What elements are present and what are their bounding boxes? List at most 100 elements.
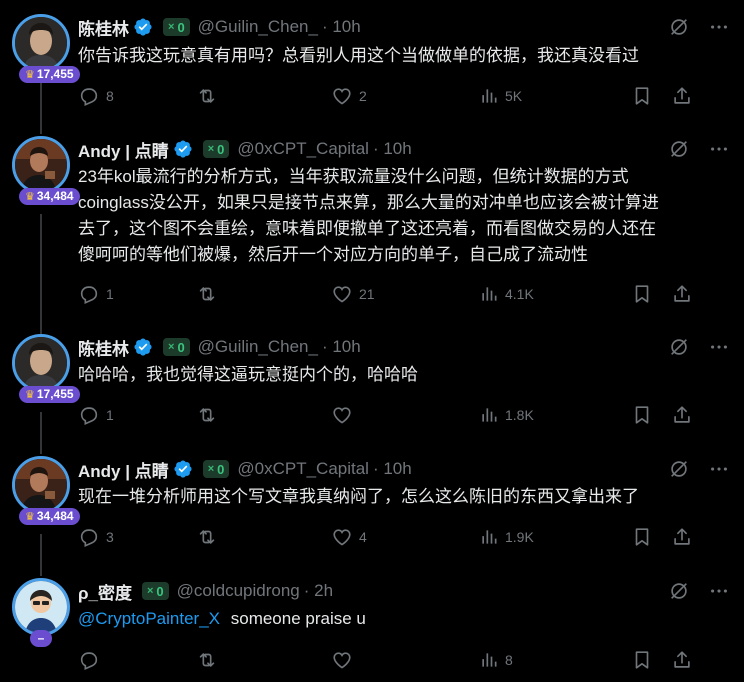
timestamp[interactable]: · 10h: [322, 337, 361, 357]
reply-button[interactable]: [78, 649, 196, 671]
like-icon: [331, 404, 353, 426]
retweet-icon: [196, 404, 218, 426]
trophy-icon: ♛: [25, 389, 35, 401]
avatar[interactable]: ♛ 34,484: [12, 136, 80, 205]
action-bar: 8 2 5K: [78, 84, 730, 108]
handle[interactable]: @0xCPT_Capital: [237, 139, 369, 159]
tweet[interactable]: ♛ 17,455 陈桂林 × 0 @Guilin_Chen_ · 10h 哈哈哈，我…: [0, 320, 744, 442]
bookmark-icon: [631, 404, 653, 426]
reply-button[interactable]: 1: [78, 404, 196, 426]
avatar[interactable]: ♛ 17,455: [12, 14, 80, 83]
bookmark-icon: [631, 283, 653, 305]
reply-button[interactable]: 1: [78, 283, 196, 305]
share-icon: [671, 526, 693, 548]
more-icon[interactable]: [708, 580, 730, 607]
views-button[interactable]: 1.8K: [479, 405, 631, 425]
views-icon: [479, 86, 499, 106]
share-button[interactable]: [671, 404, 693, 426]
bookmark-button[interactable]: [631, 649, 671, 671]
tweet[interactable]: ♛ 34,484 Andy | 点睛 × 0 @0xCPT_Capital · 10…: [0, 122, 744, 322]
share-button[interactable]: [671, 649, 693, 671]
more-icon[interactable]: [708, 458, 730, 485]
avatar[interactable]: ♛ 17,455: [12, 334, 80, 403]
handle[interactable]: @Guilin_Chen_: [198, 337, 318, 357]
like-icon: [331, 283, 353, 305]
grok-icon[interactable]: [668, 138, 690, 165]
retweet-icon: [196, 649, 218, 671]
bookmark-button[interactable]: [631, 404, 671, 426]
more-icon[interactable]: [708, 16, 730, 43]
timestamp[interactable]: · 10h: [373, 139, 412, 159]
share-icon: [671, 283, 693, 305]
retweet-icon: [196, 85, 218, 107]
mention-link[interactable]: @CryptoPainter_X: [78, 609, 220, 628]
like-icon: [331, 649, 353, 671]
display-name[interactable]: ρ_密度: [78, 579, 132, 604]
handle[interactable]: @0xCPT_Capital: [237, 459, 369, 479]
action-bar: 1 1.8K: [78, 403, 730, 427]
reply-icon: [78, 85, 100, 107]
bookmark-button[interactable]: [631, 526, 671, 548]
tweet-text-line: 傻呵呵的等他们被爆，然后开一个对应方向的单子，自己成了流动性: [78, 245, 588, 264]
grok-icon[interactable]: [668, 580, 690, 607]
tweet-text: 现在一堆分析师用这个写文章我真纳闷了，怎么这么陈旧的东西又拿出来了: [78, 487, 639, 506]
like-button[interactable]: 4: [331, 526, 479, 548]
share-icon: [671, 649, 693, 671]
share-button[interactable]: [671, 526, 693, 548]
score-badge: × 0: [202, 140, 230, 158]
views-button[interactable]: 1.9K: [479, 527, 631, 547]
display-name[interactable]: Andy | 点睛: [78, 457, 169, 482]
timestamp[interactable]: · 2h: [304, 581, 333, 601]
reply-icon: [78, 404, 100, 426]
grok-icon[interactable]: [668, 336, 690, 363]
avatar[interactable]: –: [12, 578, 70, 647]
rank-badge: ♛ 17,455: [19, 386, 80, 403]
display-name[interactable]: Andy | 点睛: [78, 137, 169, 162]
action-bar: 1 21 4.1K: [78, 282, 730, 306]
trophy-icon: ♛: [25, 69, 35, 81]
avatar[interactable]: ♛ 34,484: [12, 456, 80, 525]
views-icon: [479, 650, 499, 670]
display-name[interactable]: 陈桂林: [78, 335, 129, 360]
tweet[interactable]: ♛ 17,455 陈桂林 × 0 @Guilin_Chen_ · 10h 你告诉我这…: [0, 0, 744, 122]
bookmark-button[interactable]: [631, 85, 671, 107]
grok-icon[interactable]: [668, 16, 690, 43]
retweet-icon: [196, 283, 218, 305]
share-button[interactable]: [671, 85, 693, 107]
like-button[interactable]: [331, 404, 479, 426]
like-button[interactable]: [331, 649, 479, 671]
more-icon[interactable]: [708, 336, 730, 363]
reply-button[interactable]: 3: [78, 526, 196, 548]
views-button[interactable]: 8: [479, 650, 631, 670]
reply-icon: [78, 526, 100, 548]
rank-badge: ♛ 17,455: [19, 66, 80, 83]
tweet-text: 23年kol最流行的分析方式，当年获取流量没什么问题，但统计数据的方式 coin…: [78, 164, 728, 268]
score-badge: × 0: [163, 18, 190, 36]
more-icon[interactable]: [708, 138, 730, 165]
retweet-button[interactable]: [196, 526, 331, 548]
display-name[interactable]: 陈桂林: [78, 15, 129, 40]
timestamp[interactable]: · 10h: [322, 17, 361, 37]
handle[interactable]: @coldcupidrong: [177, 581, 300, 601]
retweet-button[interactable]: [196, 404, 331, 426]
score-badge: × 0: [141, 582, 169, 600]
reply-button[interactable]: 8: [78, 85, 196, 107]
retweet-button[interactable]: [196, 283, 331, 305]
like-button[interactable]: 21: [331, 283, 479, 305]
bookmark-button[interactable]: [631, 283, 671, 305]
share-icon: [671, 85, 693, 107]
tweet[interactable]: – ρ_密度 × 0 @coldcupidrong · 2h @CryptoPai…: [0, 564, 744, 682]
like-button[interactable]: 2: [331, 85, 479, 107]
views-button[interactable]: 4.1K: [479, 284, 631, 304]
trophy-icon: ♛: [25, 191, 35, 203]
tweet-body: someone praise u: [230, 609, 366, 628]
retweet-button[interactable]: [196, 85, 331, 107]
handle[interactable]: @Guilin_Chen_: [198, 17, 318, 37]
share-button[interactable]: [671, 283, 693, 305]
tweet[interactable]: ♛ 34,484 Andy | 点睛 × 0 @0xCPT_Capital · 10…: [0, 442, 744, 564]
grok-icon[interactable]: [668, 458, 690, 485]
views-button[interactable]: 5K: [479, 86, 631, 106]
timestamp[interactable]: · 10h: [373, 459, 412, 479]
retweet-button[interactable]: [196, 649, 331, 671]
tweet-text: 哈哈哈，我也觉得这逼玩意挺内个的，哈哈哈: [78, 365, 418, 384]
